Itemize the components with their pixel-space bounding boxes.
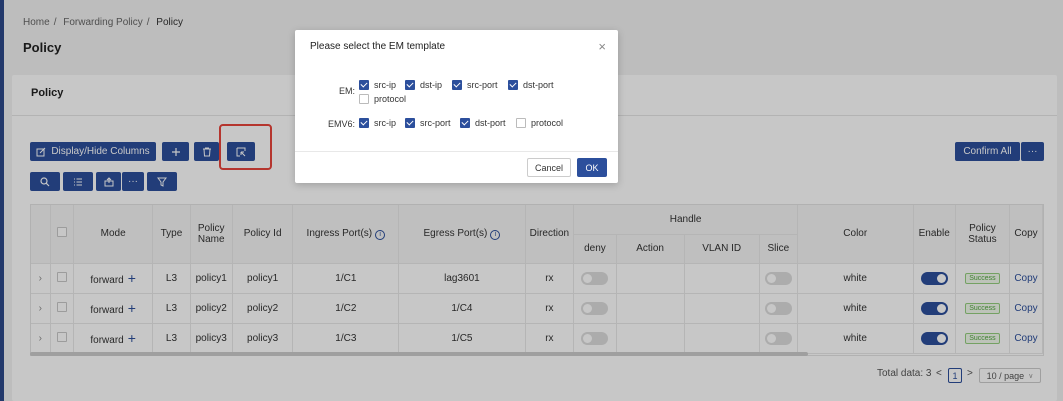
em-option-label: dst-ip (420, 80, 443, 90)
checkbox-checked-icon (359, 118, 369, 128)
emv6-option-label: src-port (420, 118, 451, 128)
ok-button[interactable]: OK (577, 158, 607, 177)
emv6-option-label: src-ip (374, 118, 396, 128)
emv6-option-protocol[interactable]: protocol (516, 118, 563, 128)
checkbox-checked-icon (452, 80, 462, 90)
emv6-option-src-port[interactable]: src-port (405, 118, 451, 128)
em-template-modal: Please select the EM template × EM: src-… (295, 30, 618, 183)
checkbox-checked-icon (508, 80, 518, 90)
em-option-dst-port[interactable]: dst-port (508, 80, 554, 90)
modal-title: Please select the EM template (310, 41, 446, 52)
em-option-label: protocol (374, 94, 407, 104)
checkbox-checked-icon (359, 80, 369, 90)
emv6-option-label: dst-port (475, 118, 506, 128)
em-option-src-ip[interactable]: src-ip (359, 80, 396, 90)
emv6-option-label: protocol (531, 118, 564, 128)
close-icon[interactable]: × (598, 39, 606, 54)
divider (295, 151, 618, 152)
checkbox-checked-icon (405, 80, 415, 90)
cancel-button[interactable]: Cancel (527, 158, 571, 177)
checkbox-checked-icon (460, 118, 470, 128)
em-option-dst-ip[interactable]: dst-ip (405, 80, 442, 90)
checkbox-unchecked-icon (516, 118, 526, 128)
checkbox-checked-icon (405, 118, 415, 128)
em-option-label: src-ip (374, 80, 396, 90)
checkbox-unchecked-icon (359, 94, 369, 104)
em-option-src-port[interactable]: src-port (452, 80, 498, 90)
em-option-protocol[interactable]: protocol (359, 94, 406, 104)
em-option-label: dst-port (523, 80, 554, 90)
emv6-option-src-ip[interactable]: src-ip (359, 118, 396, 128)
emv6-option-dst-port[interactable]: dst-port (460, 118, 506, 128)
emv6-label: EMV6: (327, 119, 355, 129)
em-label: EM: (338, 86, 355, 96)
em-option-label: src-port (467, 80, 498, 90)
